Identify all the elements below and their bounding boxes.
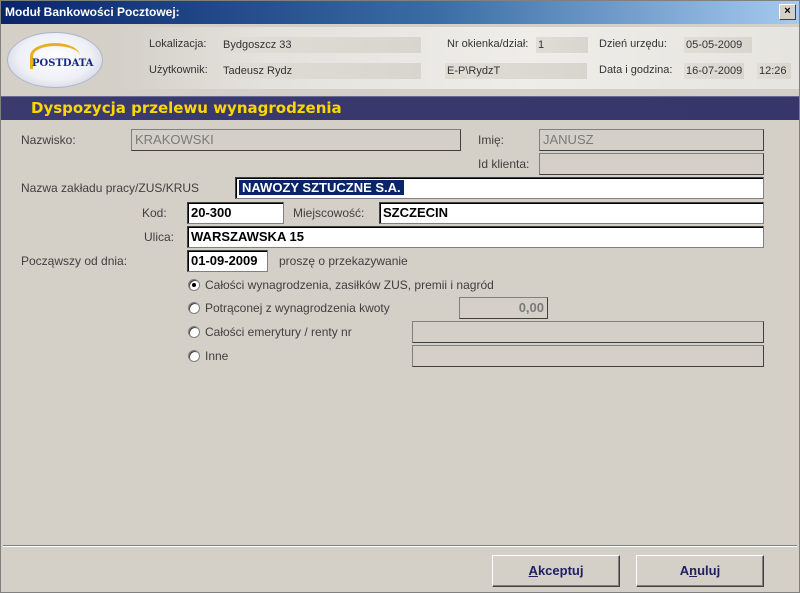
title-bar: Moduł Bankowości Pocztowej: × [1,1,799,24]
cancel-label-rest: uluj [697,563,721,578]
city-field[interactable]: SZCZECIN [379,202,764,224]
cancel-button[interactable]: Anuluj [636,555,764,587]
radio-full-salary[interactable] [188,279,200,291]
option-pension-label: Całości emerytury / renty nr [205,325,352,339]
header-panel: POSTDATA Lokalizacja: Bydgoszcz 33 Nr ok… [1,24,799,94]
radio-pension[interactable] [188,326,200,338]
surname-label: Nazwisko: [21,133,76,147]
firstname-field: JANUSZ [539,129,764,151]
other-field [412,345,764,367]
employer-label: Nazwa zakładu pracy/ZUS/KRUS [21,181,200,195]
office-day-label: Dzień urzędu: [599,38,667,50]
postdata-logo: POSTDATA [7,32,103,88]
option-pension[interactable]: Całości emerytury / renty nr [188,324,408,340]
date-value: 16-07-2009 [684,63,744,79]
session-info-panel: Lokalizacja: Bydgoszcz 33 Nr okienka/dzi… [117,27,799,89]
radio-other[interactable] [188,350,200,362]
employer-value-selected: NAWOZY SZTUCZNE S.A. [239,180,404,195]
firstname-label: Imię: [478,133,505,147]
street-label: Ulica: [144,230,175,244]
accept-mnemonic: A [528,563,538,578]
window-title: Moduł Bankowości Pocztowej: [5,5,180,19]
employer-field[interactable]: NAWOZY SZTUCZNE S.A. [235,177,764,199]
option-deducted-amount-label: Potrąconej z wynagrodzenia kwoty [205,301,390,315]
main-window: Moduł Bankowości Pocztowej: × POSTDATA L… [0,0,800,593]
location-value: Bydgoszcz 33 [221,37,421,53]
option-deducted-amount[interactable]: Potrąconej z wynagrodzenia kwoty [188,300,448,316]
start-date-field[interactable]: 01-09-2009 [187,250,268,272]
time-value: 12:26 [757,63,791,79]
option-full-salary[interactable]: Całości wynagrodzenia, zasiłków ZUS, pre… [188,277,568,293]
postcode-field[interactable]: 20-300 [187,202,284,224]
pension-number-field [412,321,764,343]
location-label: Lokalizacja: [149,38,207,50]
user-login-value: E-P\RydzT [445,63,587,79]
close-button[interactable]: × [779,4,796,20]
radio-deducted-amount[interactable] [188,302,200,314]
logo-text: POSTDATA [32,58,94,69]
accept-label-rest: kceptuj [537,563,584,578]
footer-divider [3,545,797,547]
window-number-value: 1 [536,37,588,53]
cancel-mnemonic: n [689,563,698,578]
section-banner: Dyspozycja przelewu wynagrodzenia [1,96,799,120]
city-label: Miejscowość: [293,206,365,220]
user-value: Tadeusz Rydz [221,63,421,79]
section-title: Dyspozycja przelewu wynagrodzenia [31,99,342,117]
option-full-salary-label: Całości wynagrodzenia, zasiłków ZUS, pre… [205,278,494,292]
surname-field: KRAKOWSKI [131,129,461,151]
cancel-label-prefix: A [679,563,690,578]
street-field[interactable]: WARSZAWSKA 15 [187,226,764,248]
datetime-label: Data i godzina: [599,64,673,76]
start-date-label: Począwszy od dnia: [21,254,128,268]
postcode-label: Kod: [142,206,167,220]
deducted-amount-field: 0,00 [459,297,548,319]
client-id-field [539,153,764,175]
option-other[interactable]: Inne [188,348,268,364]
request-text: proszę o przekazywanie [279,254,408,268]
option-other-label: Inne [205,349,229,363]
window-number-label: Nr okienka/dział: [447,38,529,50]
user-label: Użytkownik: [149,64,208,76]
client-id-label: Id klienta: [478,157,530,171]
office-day-value: 05-05-2009 [684,37,752,53]
accept-button[interactable]: Akceptuj [492,555,620,587]
